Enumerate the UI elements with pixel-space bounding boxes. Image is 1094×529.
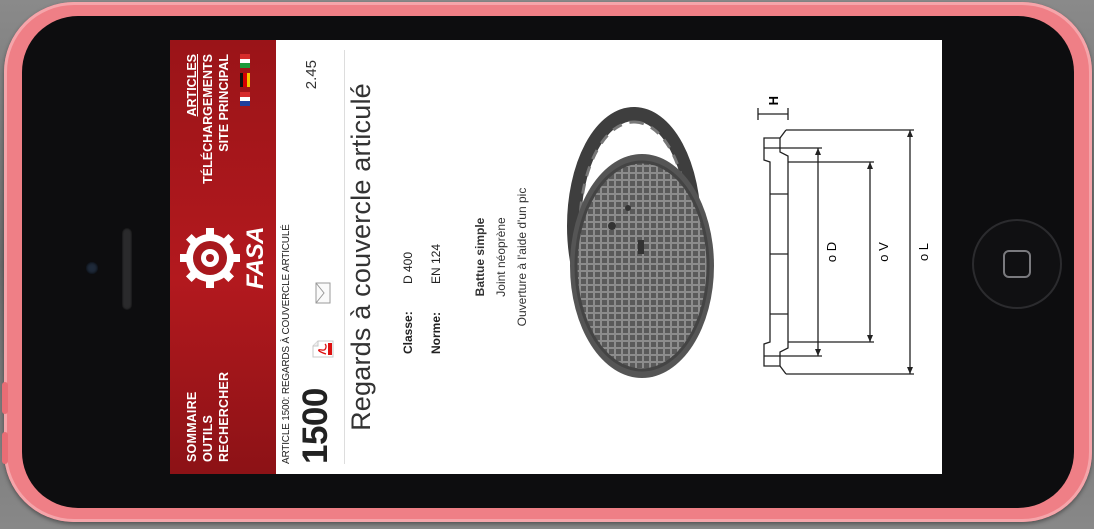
- spec-row-norme: Norme: EN 124: [422, 244, 450, 354]
- nav-articles[interactable]: ARTICLES: [184, 54, 200, 184]
- nav-telechargements[interactable]: TÉLÉCHARGEMENTS: [200, 54, 216, 184]
- breadcrumb: ARTICLE 1500: REGARDS À COUVERCLE ARTICU…: [281, 224, 292, 464]
- spec-value: D 400: [401, 251, 415, 284]
- dim-label-v: o V: [876, 242, 891, 262]
- page-title: Regards à couvercle articulé: [346, 83, 376, 431]
- article-number: 1500: [296, 388, 335, 464]
- spec-label: Norme:: [429, 311, 443, 354]
- flag-fr-icon[interactable]: [240, 91, 250, 106]
- nav-right: ARTICLES TÉLÉCHARGEMENTS SITE PRINCIPAL: [184, 54, 232, 184]
- nav-left: SOMMAIRE OUTILS RECHERCHER: [184, 372, 232, 462]
- volume-button-2: [2, 432, 8, 464]
- language-flags: [240, 53, 250, 106]
- flag-it-icon[interactable]: [240, 53, 250, 68]
- home-square-icon: [1003, 250, 1031, 278]
- dim-label-h: H: [766, 96, 781, 105]
- spec-value: EN 124: [429, 243, 443, 284]
- nav-site-principal[interactable]: SITE PRINCIPAL: [216, 54, 232, 184]
- features-list: Battue simple Joint néoprène Ouverture à…: [470, 40, 533, 474]
- spec-label: Classe:: [401, 311, 415, 354]
- nav-outils[interactable]: OUTILS: [200, 372, 216, 462]
- screen: SOMMAIRE OUTILS RECHERCHER FASA ARTICLES…: [170, 40, 942, 474]
- page-content: SOMMAIRE OUTILS RECHERCHER FASA ARTICLES…: [170, 40, 942, 474]
- dim-label-d: o D: [824, 242, 839, 262]
- feature-item: Joint néoprène: [494, 217, 508, 297]
- spec-row-classe: Classe: D 400: [394, 244, 422, 354]
- fasa-logo[interactable]: FASA: [176, 210, 272, 306]
- specs-list: Classe: D 400 Norme: EN 124: [394, 244, 450, 354]
- page-number: 2.45: [303, 60, 320, 90]
- mail-icon[interactable]: [315, 282, 331, 304]
- dimension-diagram: H o D o V o L: [744, 94, 931, 414]
- pdf-icon[interactable]: [312, 340, 334, 358]
- feature-heading: Battue simple: [473, 217, 487, 297]
- front-camera: [86, 262, 98, 274]
- nav-sommaire[interactable]: SOMMAIRE: [184, 372, 200, 462]
- dim-label-l: o L: [916, 243, 930, 261]
- home-button[interactable]: [972, 219, 1062, 309]
- earpiece-speaker: [122, 228, 132, 310]
- volume-button-1: [2, 382, 8, 414]
- nav-rechercher[interactable]: RECHERCHER: [216, 372, 232, 462]
- header-bar: SOMMAIRE OUTILS RECHERCHER FASA ARTICLES…: [170, 40, 276, 474]
- divider: [344, 50, 345, 464]
- gear-logo-icon: [180, 228, 240, 288]
- feature-item: Ouverture à l'aide d'un pic: [515, 187, 529, 327]
- product-image: [538, 104, 728, 404]
- flag-de-icon[interactable]: [240, 73, 250, 87]
- logo-text: FASA: [242, 227, 269, 290]
